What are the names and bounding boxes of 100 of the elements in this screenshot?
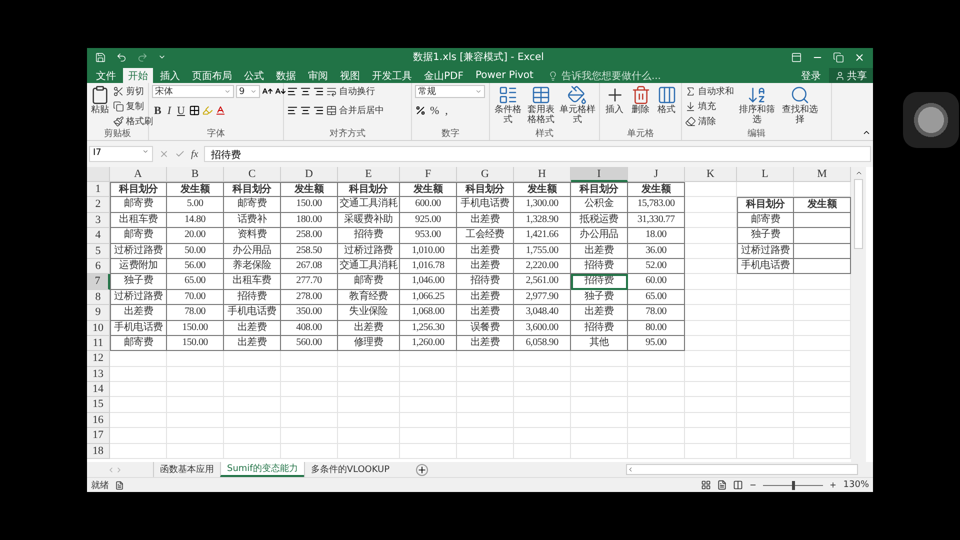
table-cell[interactable]: 1,260.00 bbox=[400, 336, 457, 352]
row-header[interactable]: 9 bbox=[87, 305, 110, 321]
row-header[interactable]: 15 bbox=[87, 397, 110, 413]
table-cell[interactable]: 953.00 bbox=[400, 228, 457, 244]
table-cell[interactable]: 65.00 bbox=[167, 274, 224, 290]
column-header[interactable]: H bbox=[514, 167, 571, 182]
save-icon[interactable] bbox=[95, 52, 106, 62]
close-icon[interactable] bbox=[854, 52, 865, 62]
table-cell[interactable]: 出差费 bbox=[457, 244, 514, 259]
table-cell[interactable]: 招待费 bbox=[571, 320, 628, 336]
column-header[interactable]: E bbox=[338, 167, 400, 182]
sign-in-link[interactable]: 登录 bbox=[795, 68, 827, 83]
styles-button[interactable]: 套用表格格式 bbox=[526, 85, 556, 125]
table-cell[interactable]: 80.00 bbox=[628, 320, 685, 336]
editing-button[interactable]: 自动求和 bbox=[685, 85, 734, 98]
table-cell[interactable]: 1,010.00 bbox=[400, 244, 457, 259]
row-header[interactable]: 12 bbox=[87, 351, 110, 367]
number-format-dropdown[interactable]: 常规 bbox=[415, 85, 485, 98]
copy-button[interactable]: 复制 bbox=[113, 100, 153, 113]
table-cell[interactable]: 15,783.00 bbox=[628, 197, 685, 213]
header-cell[interactable]: 发生额 bbox=[281, 182, 338, 198]
table-cell[interactable]: 工会经费 bbox=[457, 228, 514, 244]
column-header[interactable]: D bbox=[281, 167, 338, 182]
row-header[interactable]: 13 bbox=[87, 366, 110, 382]
insert-function-button[interactable]: fx bbox=[191, 148, 198, 160]
table-cell[interactable]: 邮寄费 bbox=[110, 336, 167, 352]
row-header[interactable]: 16 bbox=[87, 412, 110, 428]
table-cell[interactable]: 过桥过路费 bbox=[110, 244, 167, 259]
table-cell[interactable]: 失业保险 bbox=[338, 305, 400, 321]
table-cell[interactable]: 出差费 bbox=[457, 336, 514, 352]
number-style-button[interactable]: , bbox=[443, 104, 450, 117]
header-cell[interactable]: 科目划分 bbox=[737, 197, 794, 213]
font-color-icon[interactable] bbox=[214, 105, 226, 116]
table-cell[interactable]: 600.00 bbox=[400, 197, 457, 213]
align-left-icon[interactable] bbox=[287, 105, 298, 116]
table-cell[interactable]: 资料费 bbox=[224, 228, 281, 244]
cancel-icon[interactable] bbox=[159, 149, 169, 159]
table-cell[interactable]: 278.00 bbox=[281, 290, 338, 306]
menu-tab[interactable]: 插入 bbox=[155, 68, 185, 83]
align-bottom-icon[interactable] bbox=[313, 86, 324, 97]
table-cell[interactable]: 出差费 bbox=[457, 212, 514, 228]
macro-record-icon[interactable] bbox=[115, 480, 124, 490]
column-header[interactable]: G bbox=[457, 167, 514, 182]
table-cell[interactable]: 出差费 bbox=[110, 305, 167, 321]
table-cell[interactable]: 60.00 bbox=[628, 274, 685, 290]
table-cell[interactable]: 20.00 bbox=[167, 228, 224, 244]
table-cell[interactable]: 邮寄费 bbox=[110, 228, 167, 244]
align-right-icon[interactable] bbox=[313, 105, 324, 116]
column-header[interactable]: J bbox=[628, 167, 685, 182]
grow-font-icon[interactable] bbox=[262, 86, 273, 97]
table-cell[interactable]: 过桥过路费 bbox=[110, 290, 167, 306]
row-header[interactable]: 14 bbox=[87, 382, 110, 398]
horizontal-scrollbar[interactable] bbox=[626, 464, 858, 475]
table-cell[interactable]: 采暖费补助 bbox=[338, 212, 400, 228]
align-center-icon[interactable] bbox=[300, 105, 311, 116]
shrink-font-icon[interactable] bbox=[275, 86, 286, 97]
menu-tab[interactable]: 公式 bbox=[239, 68, 269, 83]
table-cell[interactable]: 交通工具消耗 bbox=[338, 258, 400, 274]
menu-tab[interactable]: 页面布局 bbox=[187, 68, 237, 83]
tell-me-field[interactable]: 告诉我您想要做什么... bbox=[548, 68, 793, 83]
table-cell[interactable]: 误餐费 bbox=[457, 320, 514, 336]
header-cell[interactable]: 科目划分 bbox=[224, 182, 281, 198]
table-cell[interactable]: 出差费 bbox=[457, 305, 514, 321]
row-header[interactable]: 4 bbox=[87, 228, 110, 244]
table-cell[interactable]: 教育经费 bbox=[338, 290, 400, 306]
cells-button[interactable]: 格式 bbox=[655, 85, 678, 115]
table-cell[interactable]: 手机电话费 bbox=[224, 305, 281, 321]
column-header[interactable]: K bbox=[685, 167, 737, 182]
table-cell[interactable]: 1,328.90 bbox=[514, 212, 571, 228]
editing-button[interactable]: 查找和选择 bbox=[780, 85, 820, 125]
table-cell[interactable]: 出差费 bbox=[338, 320, 400, 336]
menu-tab[interactable]: 审阅 bbox=[303, 68, 333, 83]
table-cell[interactable]: 办公用品 bbox=[571, 228, 628, 244]
table-cell[interactable]: 出差费 bbox=[571, 244, 628, 259]
table-cell[interactable]: 运费附加 bbox=[110, 258, 167, 274]
table-cell[interactable]: 抵税运费 bbox=[571, 212, 628, 228]
table-cell[interactable]: 独子费 bbox=[110, 274, 167, 290]
header-cell[interactable]: 发生额 bbox=[514, 182, 571, 198]
table-cell[interactable]: 出差费 bbox=[457, 290, 514, 306]
table-cell[interactable]: 31,330.77 bbox=[628, 212, 685, 228]
enter-icon[interactable] bbox=[175, 149, 185, 159]
table-cell[interactable]: 出差费 bbox=[571, 305, 628, 321]
table-cell[interactable]: 408.00 bbox=[281, 320, 338, 336]
table-cell[interactable]: 150.00 bbox=[167, 336, 224, 352]
table-cell[interactable]: 180.00 bbox=[281, 212, 338, 228]
table-cell[interactable]: 14.80 bbox=[167, 212, 224, 228]
table-cell[interactable]: 其他 bbox=[571, 336, 628, 352]
previous-sheet-icon[interactable] bbox=[107, 466, 115, 474]
assistive-touch-button[interactable] bbox=[903, 92, 959, 148]
table-cell[interactable]: 2,220.00 bbox=[514, 258, 571, 274]
table-cell[interactable]: 560.00 bbox=[281, 336, 338, 352]
editing-button[interactable]: 清除 bbox=[685, 115, 734, 128]
table-cell[interactable]: 1,421.66 bbox=[514, 228, 571, 244]
new-sheet-button[interactable] bbox=[416, 464, 428, 476]
font-size-dropdown[interactable]: 9 bbox=[236, 85, 260, 98]
table-cell[interactable]: 70.00 bbox=[167, 290, 224, 306]
table-cell[interactable]: 50.00 bbox=[167, 244, 224, 259]
table-cell[interactable]: 手机电话费 bbox=[110, 320, 167, 336]
row-header[interactable]: 3 bbox=[87, 212, 110, 228]
zoom-thumb[interactable] bbox=[792, 480, 796, 490]
